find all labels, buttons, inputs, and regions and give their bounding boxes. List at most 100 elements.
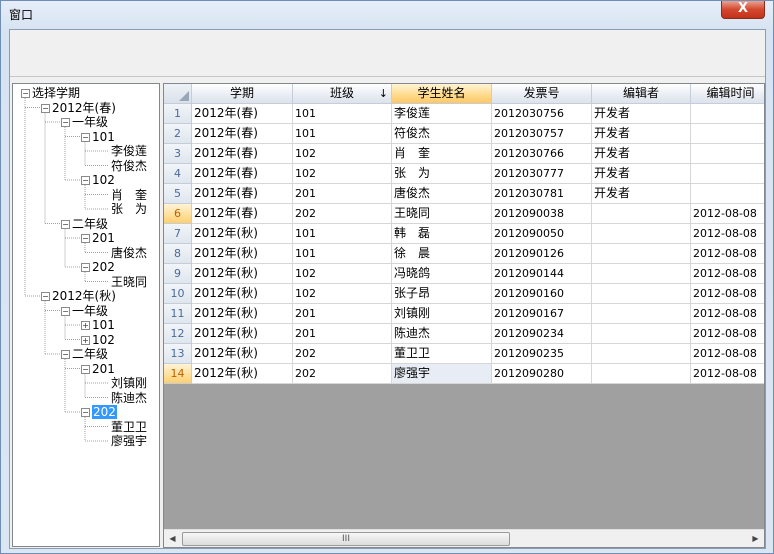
cell-invoice[interactable]: 2012030756	[492, 104, 592, 124]
row-header[interactable]: 4	[164, 164, 192, 184]
cell-time[interactable]	[691, 164, 764, 184]
cell-time[interactable]: 2012-08-08	[691, 204, 764, 224]
tree-node[interactable]: 201	[92, 362, 115, 376]
cell-term[interactable]: 2012年(秋)	[192, 344, 293, 364]
cell-term[interactable]: 2012年(春)	[192, 124, 293, 144]
cell-name[interactable]: 王晓同	[392, 204, 492, 224]
cell-name[interactable]: 冯晓鸽	[392, 264, 492, 284]
table-row[interactable]: 8 2012年(秋) 101 徐 晨 2012090126 2012-08-08	[164, 244, 764, 264]
cell-time[interactable]: 2012-08-08	[691, 264, 764, 284]
tree-node[interactable]: 二年级	[72, 347, 108, 361]
cell-class[interactable]: 101	[293, 104, 392, 124]
collapse-icon[interactable]: −	[81, 132, 90, 142]
cell-editor[interactable]	[592, 204, 691, 224]
table-row[interactable]: 11 2012年(秋) 201 刘镇刚 2012090167 2012-08-08	[164, 304, 764, 324]
table-row[interactable]: 6 2012年(春) 202 王晓同 2012090038 2012-08-08	[164, 204, 764, 224]
title-bar[interactable]: 窗口 X	[1, 1, 773, 27]
table-row[interactable]: 10 2012年(秋) 102 张子昂 2012090160 2012-08-08	[164, 284, 764, 304]
cell-time[interactable]: 2012-08-08	[691, 344, 764, 364]
cell-invoice[interactable]: 2012090280	[492, 364, 592, 384]
cell-term[interactable]: 2012年(秋)	[192, 324, 293, 344]
tree-node[interactable]: 102	[92, 333, 115, 347]
tree-leaf-student[interactable]: 董卫卫	[111, 420, 147, 434]
tree-node[interactable]: 202	[92, 260, 115, 274]
cell-name[interactable]: 刘镇刚	[392, 304, 492, 324]
cell-name[interactable]: 廖强宇	[392, 364, 492, 384]
table-row[interactable]: 7 2012年(秋) 101 韩 磊 2012090050 2012-08-08	[164, 224, 764, 244]
cell-time[interactable]: 2012-08-08	[691, 224, 764, 244]
cell-invoice[interactable]: 2012090167	[492, 304, 592, 324]
tree-leaf-student[interactable]: 王晓同	[111, 275, 147, 289]
cell-time[interactable]	[691, 104, 764, 124]
tree-leaf-student[interactable]: 陈迪杰	[111, 391, 147, 405]
tree-leaf-student[interactable]: 张 为	[111, 202, 147, 216]
cell-class[interactable]: 202	[293, 364, 392, 384]
row-header[interactable]: 11	[164, 304, 192, 324]
tree-leaf-student[interactable]: 李俊莲	[111, 144, 147, 158]
expand-icon[interactable]: +	[81, 335, 90, 345]
cell-class[interactable]: 201	[293, 304, 392, 324]
tree-node[interactable]: 2012年(春)	[52, 101, 116, 115]
semester-tree[interactable]: − 选择学期 −2012年(春) − 一年级 −101 李俊莲 符俊杰 −102 肖 奎张 为 − 二…	[12, 83, 160, 547]
cell-name[interactable]: 韩 磊	[392, 224, 492, 244]
row-header[interactable]: 10	[164, 284, 192, 304]
tree-node[interactable]: 一年级	[72, 115, 108, 129]
cell-invoice[interactable]: 2012030777	[492, 164, 592, 184]
cell-term[interactable]: 2012年(春)	[192, 204, 293, 224]
cell-time[interactable]	[691, 184, 764, 204]
row-header[interactable]: 14	[164, 364, 192, 384]
tree-leaf-student[interactable]: 肖 奎	[111, 188, 147, 202]
table-row[interactable]: 1 2012年(春) 101 李俊莲 2012030756 开发者	[164, 104, 764, 124]
cell-time[interactable]	[691, 124, 764, 144]
table-row[interactable]: 5 2012年(春) 201 唐俊杰 2012030781 开发者	[164, 184, 764, 204]
tree-node[interactable]: 101	[92, 130, 115, 144]
cell-editor[interactable]	[592, 264, 691, 284]
student-grid[interactable]: ◀ III ▶ 学期 班级 ↓ 学生姓名 发票号 编辑者 编辑时间 1 2012年(春) 101 李…	[163, 83, 765, 548]
cell-invoice[interactable]: 2012030766	[492, 144, 592, 164]
row-header[interactable]: 8	[164, 244, 192, 264]
scroll-right-icon[interactable]: ▶	[747, 530, 764, 547]
cell-editor[interactable]	[592, 344, 691, 364]
cell-name[interactable]: 肖 奎	[392, 144, 492, 164]
tree-node[interactable]: 201	[92, 231, 115, 245]
tree-node[interactable]: 一年级	[72, 304, 108, 318]
cell-time[interactable]	[691, 144, 764, 164]
cell-name[interactable]: 张 为	[392, 164, 492, 184]
cell-name[interactable]: 李俊莲	[392, 104, 492, 124]
cell-class[interactable]: 101	[293, 224, 392, 244]
collapse-icon[interactable]: −	[81, 364, 90, 374]
table-row[interactable]: 2 2012年(春) 101 符俊杰 2012030757 开发者	[164, 124, 764, 144]
cell-name[interactable]: 徐 晨	[392, 244, 492, 264]
cell-time[interactable]: 2012-08-08	[691, 304, 764, 324]
cell-time[interactable]: 2012-08-08	[691, 364, 764, 384]
cell-time[interactable]: 2012-08-08	[691, 244, 764, 264]
collapse-icon[interactable]: −	[61, 118, 70, 127]
cell-term[interactable]: 2012年(秋)	[192, 284, 293, 304]
cell-class[interactable]: 102	[293, 264, 392, 284]
cell-invoice[interactable]: 2012090160	[492, 284, 592, 304]
cell-invoice[interactable]: 2012030757	[492, 124, 592, 144]
row-header[interactable]: 5	[164, 184, 192, 204]
cell-invoice[interactable]: 2012090126	[492, 244, 592, 264]
cell-editor[interactable]	[592, 244, 691, 264]
cell-class[interactable]: 102	[293, 284, 392, 304]
table-row[interactable]: 12 2012年(秋) 201 陈迪杰 2012090234 2012-08-08	[164, 324, 764, 344]
cell-term[interactable]: 2012年(春)	[192, 104, 293, 124]
collapse-icon[interactable]: −	[81, 234, 90, 243]
cell-editor[interactable]	[592, 364, 691, 384]
header-term[interactable]: 学期	[192, 84, 293, 104]
cell-name[interactable]: 符俊杰	[392, 124, 492, 144]
header-invoice[interactable]: 发票号	[492, 84, 592, 104]
cell-class[interactable]: 201	[293, 184, 392, 204]
cell-editor[interactable]: 开发者	[592, 104, 691, 124]
close-button[interactable]: X	[721, 1, 765, 19]
tree-node[interactable]: 202	[92, 405, 117, 419]
row-header[interactable]: 6	[164, 204, 192, 224]
collapse-icon[interactable]: −	[81, 408, 90, 417]
cell-term[interactable]: 2012年(秋)	[192, 264, 293, 284]
tree-node[interactable]: 102	[92, 173, 115, 187]
collapse-icon[interactable]: −	[81, 176, 90, 185]
collapse-icon[interactable]: −	[21, 89, 30, 98]
collapse-icon[interactable]: −	[41, 292, 50, 301]
cell-editor[interactable]	[592, 284, 691, 304]
